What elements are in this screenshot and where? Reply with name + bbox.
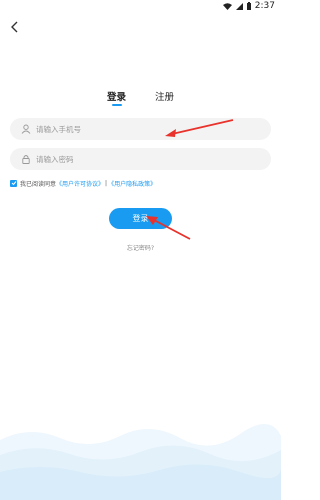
password-placeholder: 请输入密码 [36, 154, 74, 164]
login-button[interactable]: 登录 [109, 208, 172, 229]
lock-icon [20, 153, 32, 165]
forgot-password-link[interactable]: 忘记密码? [0, 243, 281, 252]
signal-icon [235, 2, 243, 10]
active-tab-indicator [112, 104, 122, 106]
auth-tabs: 登录 注册 [0, 89, 281, 109]
password-input[interactable]: 请输入密码 [10, 148, 271, 170]
status-time: 2:37 [254, 1, 275, 11]
wifi-icon [222, 2, 232, 10]
tab-login[interactable]: 登录 [107, 89, 126, 103]
agreement-row: 我已阅读同意 《用户许可协议》 | 《用户隐私政策》 [10, 179, 156, 188]
status-bar: 2:37 [0, 0, 281, 12]
tab-register[interactable]: 注册 [155, 89, 174, 103]
agreement-checkbox[interactable] [10, 180, 17, 187]
battery-icon [246, 2, 251, 10]
back-arrow-icon [10, 18, 18, 37]
privacy-policy-link[interactable]: 《用户隐私政策》 [108, 179, 156, 188]
decorative-waves [0, 423, 281, 500]
phone-placeholder: 请输入手机号 [36, 124, 81, 134]
user-icon [20, 123, 32, 135]
back-button[interactable] [8, 20, 20, 34]
user-license-link[interactable]: 《用户许可协议》 [56, 179, 104, 188]
phone-input[interactable]: 请输入手机号 [10, 118, 271, 140]
check-icon [11, 180, 17, 188]
agreement-prefix: 我已阅读同意 [20, 181, 57, 188]
agreement-separator: | [105, 180, 108, 187]
